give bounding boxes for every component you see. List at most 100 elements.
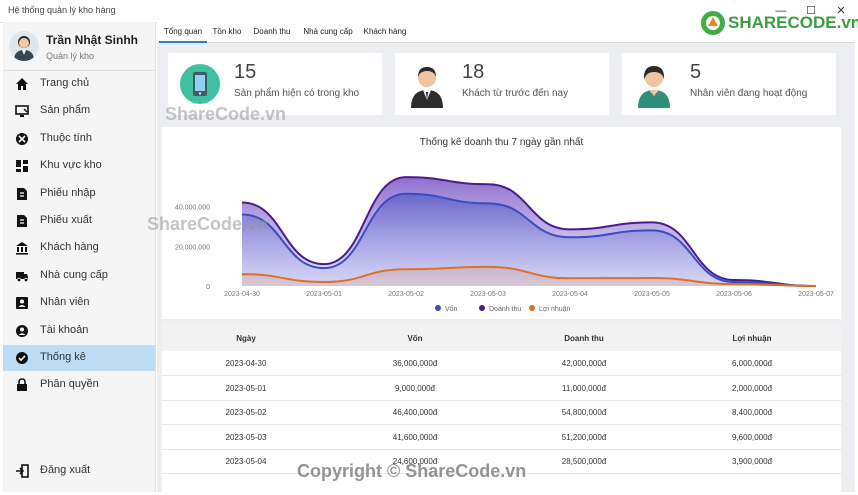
window-titlebar: Hệ thống quản lý kho hàng — ☐ ✕ <box>0 0 858 23</box>
warehouse-icon <box>16 160 28 173</box>
table-row[interactable]: 2023-05-02 46,400,000đ 54,800,000đ 8,400,00… <box>162 400 841 425</box>
table-cell: 8,400,000đ <box>731 408 773 417</box>
table-cell: 36,000,000đ <box>392 359 438 368</box>
table-cell: 2023-05-01 <box>225 383 267 393</box>
sidebar-item[interactable]: Nhà cung cấp <box>3 263 155 289</box>
tab-customers[interactable]: Khách hàng <box>361 22 409 41</box>
sidebar-item[interactable]: Tài khoản <box>3 318 155 344</box>
table-cell: 46,400,000đ <box>392 408 438 417</box>
sidebar-item[interactable]: Phân quyền <box>3 372 155 398</box>
sidebar-item[interactable]: Phiếu xuất <box>3 208 155 234</box>
user-name: Trần Nhật Sinhh <box>46 33 139 47</box>
sidebar-item-label: Thống kê <box>40 351 86 363</box>
sidebar-item-label: Phiếu xuất <box>40 214 92 226</box>
stat-card-products: 15 Sản phẩm hiện có trong kho <box>168 53 382 115</box>
sidebar: Trần Nhật Sinhh Quản lý kho Trang chủ Sản… <box>3 22 156 492</box>
table-cell: 3,900,000đ <box>731 457 773 466</box>
sidebar-item[interactable]: Thuộc tính <box>3 126 155 152</box>
sidebar-item[interactable]: Thống kê <box>3 345 155 371</box>
legend-label: Vốn <box>445 304 458 313</box>
y-tick-label: 0 <box>206 284 210 291</box>
table-cell: 6,000,000đ <box>731 359 773 368</box>
table-cell: 42,000,000đ <box>561 359 607 368</box>
x-tick-label: 2023-05-04 <box>552 291 588 298</box>
legend-marker <box>479 305 485 311</box>
column-header-cost: Vốn <box>407 334 423 343</box>
revenue-table: Ngày Vốn Doanh thu Lợi nhuận 2023-04-30 3… <box>162 323 841 492</box>
table-row[interactable]: 2023-05-04 24,600,000đ 28,500,000đ 3,900,00… <box>162 449 841 474</box>
sidebar-item-label: Phân quyền <box>40 378 99 391</box>
close-button[interactable]: ✕ <box>826 1 856 21</box>
stat-customers-value: 18 <box>462 61 485 83</box>
main-content: 15 Sản phẩm hiện có trong kho 18 Khách t… <box>157 43 855 492</box>
table-cell: 2,000,000đ <box>731 383 773 393</box>
product-icon <box>15 105 29 118</box>
table-row[interactable]: 2023-05-03 41,600,000đ 51,200,000đ 9,600,00… <box>162 425 841 450</box>
user-role: Quản lý kho <box>46 51 95 61</box>
sidebar-item[interactable]: Nhân viên <box>3 290 155 316</box>
sidebar-item-label: Sản phẩm <box>40 104 91 117</box>
employee-avatar-icon <box>638 66 670 108</box>
table-cell: 28,500,000đ <box>561 457 607 466</box>
table-cell: 9,000,000đ <box>394 383 436 393</box>
sidebar-item-label: Phiếu nhập <box>40 186 96 199</box>
import-icon <box>17 187 27 200</box>
x-tick-label: 2023-05-05 <box>634 291 670 298</box>
legend-label: Lợi nhuận <box>539 306 571 313</box>
tab-suppliers[interactable]: Nhà cung cấp <box>300 22 356 41</box>
home-icon <box>16 78 28 90</box>
table-row[interactable]: 2023-05-01 9,000,000đ 11,000,000đ 2,000,000… <box>162 376 841 401</box>
sidebar-item[interactable]: Khách hàng <box>3 235 155 261</box>
column-header-revenue: Doanh thu <box>564 334 604 343</box>
table-cell: 2023-05-02 <box>225 408 267 417</box>
check-circle-icon <box>16 352 28 364</box>
stat-products-caption: Sản phẩm hiện có trong kho <box>234 88 360 99</box>
legend-marker <box>529 305 535 311</box>
sidebar-item-label: Trang chủ <box>40 77 90 89</box>
user-avatar-icon <box>14 36 34 61</box>
sidebar-item-label: Thuộc tính <box>40 131 92 144</box>
maximize-button[interactable]: ☐ <box>796 1 826 21</box>
table-cell: 2023-05-04 <box>225 457 267 466</box>
table-row[interactable]: 2023-04-30 36,000,000đ 42,000,000đ 6,000,00… <box>162 351 841 376</box>
x-tick-label: 2023-05-03 <box>470 291 506 298</box>
table-cell: 41,600,000đ <box>392 432 438 442</box>
phone-icon <box>180 64 220 104</box>
sidebar-item[interactable]: Phiếu nhập <box>3 181 155 207</box>
minimize-button[interactable]: — <box>766 1 796 21</box>
stat-employees-value: 5 <box>690 61 702 83</box>
tab-overview[interactable]: Tổng quan <box>159 22 207 43</box>
user-panel: Trần Nhật Sinhh Quản lý kho <box>3 22 155 71</box>
table-cell: 54,800,000đ <box>561 408 607 417</box>
revenue-chart: Thống kê doanh thu 7 ngày gần nhất 0 20,0… <box>162 127 841 319</box>
table-header: Ngày Vốn Doanh thu Lợi nhuận <box>162 323 841 351</box>
sidebar-item-label: Nhà cung cấp <box>40 268 108 281</box>
y-tick-label: 20,000,000 <box>175 244 210 251</box>
customer-avatar-icon <box>411 67 443 108</box>
column-header-date: Ngày <box>236 334 256 343</box>
tab-inventory[interactable]: Tồn kho <box>209 22 245 41</box>
lock-icon <box>17 378 27 392</box>
stat-products-value: 15 <box>234 61 257 83</box>
attribute-icon <box>16 132 28 145</box>
stat-card-customers: 18 Khách từ trước đến nay <box>395 53 609 115</box>
logout-button[interactable]: Đăng xuất <box>3 458 155 484</box>
customer-icon <box>16 242 28 255</box>
column-header-profit: Lợi nhuận <box>732 334 772 343</box>
x-tick-label: 2023-05-07 <box>798 291 834 298</box>
tab-revenue[interactable]: Doanh thu <box>250 22 294 41</box>
stat-customers-caption: Khách từ trước đến nay <box>462 88 569 99</box>
logout-icon <box>16 464 29 478</box>
table-cell: 24,600,000đ <box>392 457 438 466</box>
export-icon <box>17 215 27 227</box>
stat-employees-caption: Nhân viên đang hoạt động <box>690 88 808 99</box>
table-cell: 2023-04-30 <box>225 359 267 368</box>
account-icon <box>16 324 28 337</box>
sidebar-item[interactable]: Sản phẩm <box>3 98 155 124</box>
x-tick-label: 2023-05-01 <box>306 291 342 298</box>
logout-label: Đăng xuất <box>40 464 91 476</box>
sidebar-item[interactable]: Khu vực kho <box>3 153 155 179</box>
sidebar-item-label: Khu vực kho <box>40 159 102 172</box>
y-tick-label: 40,000,000 <box>175 205 210 212</box>
sidebar-item[interactable]: Trang chủ <box>3 71 155 97</box>
